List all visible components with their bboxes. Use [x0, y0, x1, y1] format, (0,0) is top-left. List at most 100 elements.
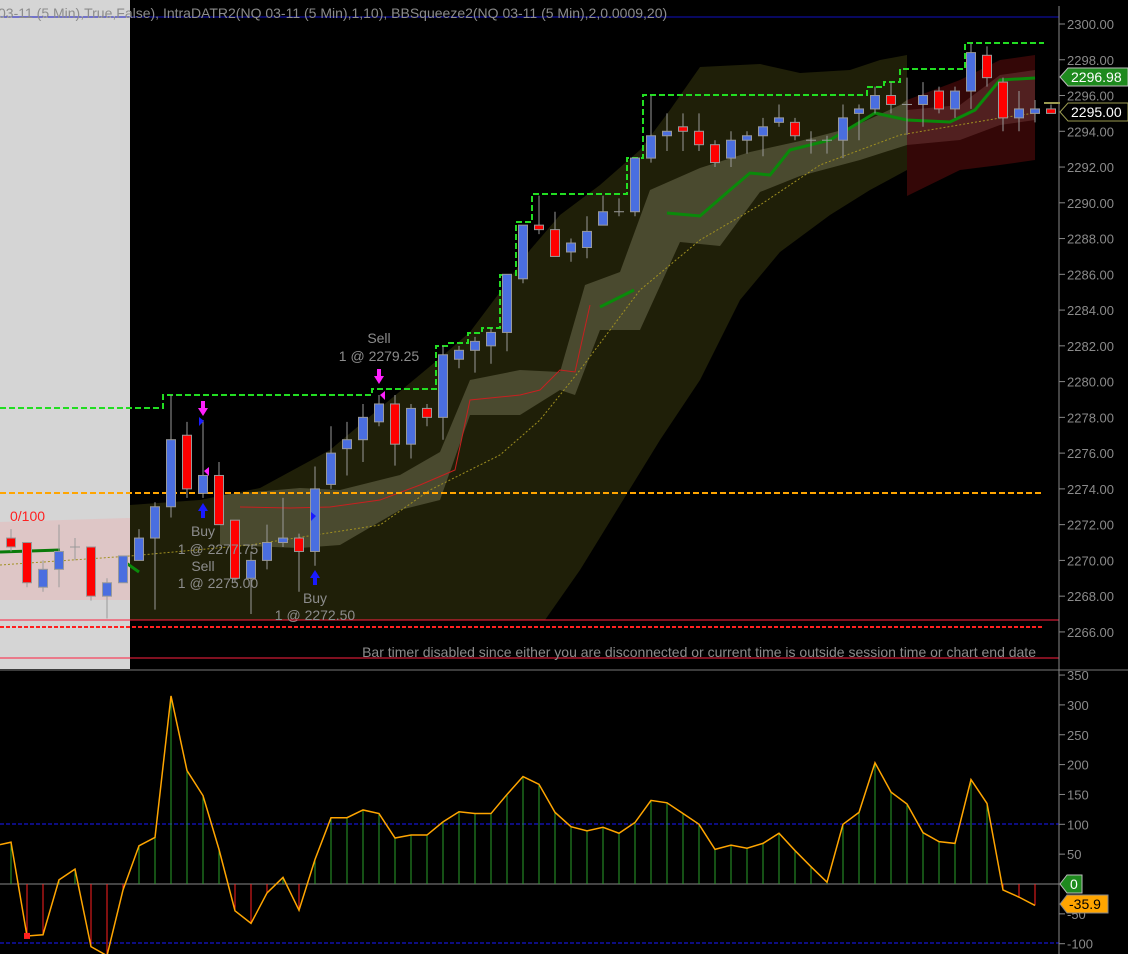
- candle-body-up: [358, 416, 368, 441]
- osc-tick-label: 150: [1067, 787, 1089, 802]
- candle-body-down: [982, 54, 992, 79]
- candle: [710, 140, 720, 168]
- osc-zero-value: 0: [1070, 876, 1078, 892]
- price-tick-label: 2278.00: [1067, 410, 1114, 425]
- price-tick-label: 2280.00: [1067, 375, 1114, 390]
- oscillator-series: [0, 695, 1036, 954]
- candle: [86, 546, 96, 601]
- last-price-value: 2295.00: [1071, 104, 1122, 120]
- exit-triangle-icon: [380, 391, 385, 400]
- osc-last-value: -35.9: [1069, 896, 1101, 912]
- candle: [166, 395, 176, 518]
- candle-body-down: [86, 546, 96, 597]
- price-tick-label: 2284.00: [1067, 303, 1114, 318]
- candle-body-down: [998, 81, 1008, 119]
- price-tick-label: 2268.00: [1067, 589, 1114, 604]
- candle-body-down: [710, 144, 720, 164]
- candle-body-up: [502, 273, 512, 333]
- last-price-green-marker: 2296.98: [1059, 67, 1128, 87]
- candle-body-down: [934, 90, 944, 110]
- osc-tick-label: 300: [1067, 698, 1089, 713]
- last-price-marker: 2295.00: [1059, 102, 1128, 122]
- candle-body-down: [22, 542, 32, 584]
- trade-sell-detail: 1 @ 2279.25: [339, 348, 420, 364]
- candle-body-down: [550, 229, 560, 257]
- candle: [118, 555, 128, 584]
- price-tick-label: 2292.00: [1067, 160, 1114, 175]
- trade-sell-label: Sell: [191, 558, 214, 574]
- candle-body-up: [646, 135, 656, 159]
- indicator-header: 03-11 (5 Min),True,False), IntraDATR2(NQ…: [0, 5, 667, 21]
- trade-sell-detail: 1 @ 2275.00: [178, 575, 259, 591]
- ratio-label: 0/100: [10, 508, 45, 524]
- sell-arrow-icon: [374, 376, 384, 384]
- candle-body-down: [294, 537, 304, 552]
- candle-body-up: [166, 439, 176, 508]
- candle-body-up: [1014, 108, 1024, 119]
- candle: [182, 421, 192, 498]
- oscillator-panel[interactable]: [0, 695, 1059, 954]
- candle: [198, 420, 208, 498]
- osc-tick-label: -100: [1067, 937, 1093, 952]
- candle-body-up: [486, 331, 496, 347]
- trading-chart[interactable]: Sell 1 @ 2279.25 Buy 1 @ 2277.75 Sell 1 …: [0, 0, 1128, 954]
- trade-buy-label: Buy: [191, 523, 215, 539]
- osc-line: [0, 695, 1036, 954]
- trade-buy-label: Buy: [303, 590, 327, 606]
- buy-arrow-shaft: [201, 510, 205, 518]
- candle-body-up: [134, 537, 144, 561]
- candle-body-down: [678, 126, 688, 132]
- osc-tick-label: 250: [1067, 728, 1089, 743]
- candle-body-up: [630, 157, 640, 213]
- candle: [518, 224, 528, 284]
- trade-buy-detail: 1 @ 2272.50: [275, 607, 356, 623]
- candle-body-up: [758, 126, 768, 137]
- candle-body-up: [662, 130, 672, 137]
- candle-body-down: [534, 224, 544, 231]
- candle-body-up: [774, 117, 784, 123]
- candle-body-up: [454, 349, 464, 360]
- price-tick-label: 2272.00: [1067, 518, 1114, 533]
- candle-body-up: [406, 407, 416, 445]
- candle-body-up: [342, 439, 352, 450]
- price-tick-label: 2288.00: [1067, 232, 1114, 247]
- candle-body-up: [326, 452, 336, 485]
- exit-triangle-icon: [204, 467, 209, 476]
- candle-body-up: [918, 95, 928, 105]
- trade-buy-detail: 1 @ 2277.75: [178, 541, 259, 557]
- candle-body-down: [182, 434, 192, 490]
- candle-body-up: [854, 108, 864, 114]
- candle: [214, 462, 224, 526]
- osc-tick-label: 100: [1067, 817, 1089, 832]
- candle: [374, 395, 384, 427]
- candle-body-up: [518, 224, 528, 280]
- candle: [630, 157, 640, 217]
- candle-body-up: [150, 506, 160, 539]
- price-tick-label: 2296.00: [1067, 89, 1114, 104]
- sell-arrow-shaft: [201, 401, 205, 409]
- candle-body-up: [566, 242, 576, 253]
- candle-body-down: [214, 474, 224, 526]
- candle: [326, 426, 336, 489]
- candle-body-up: [950, 90, 960, 110]
- candle-body-down: [1046, 108, 1056, 114]
- candle-body-down: [790, 121, 800, 137]
- osc-tick-label: 350: [1067, 668, 1089, 683]
- candle-body-up: [438, 354, 448, 418]
- price-tick-label: 2276.00: [1067, 446, 1114, 461]
- buy-arrow-shaft: [313, 577, 317, 585]
- candle: [534, 195, 544, 235]
- candle-body-down: [694, 130, 704, 146]
- candle-body-up: [310, 488, 320, 552]
- candle-body-up: [966, 52, 976, 92]
- candle-body-down: [422, 407, 432, 418]
- price-tick-label: 2282.00: [1067, 339, 1114, 354]
- osc-tick-label: 200: [1067, 758, 1089, 773]
- candle-body-up: [470, 340, 480, 351]
- candle-body-down: [886, 95, 896, 105]
- price-panel[interactable]: Sell 1 @ 2279.25 Buy 1 @ 2277.75 Sell 1 …: [0, 0, 1059, 669]
- price-tick-label: 2300.00: [1067, 17, 1114, 32]
- candle-body-up: [262, 542, 272, 561]
- price-tick-label: 2290.00: [1067, 196, 1114, 211]
- candle-body-up: [374, 403, 384, 423]
